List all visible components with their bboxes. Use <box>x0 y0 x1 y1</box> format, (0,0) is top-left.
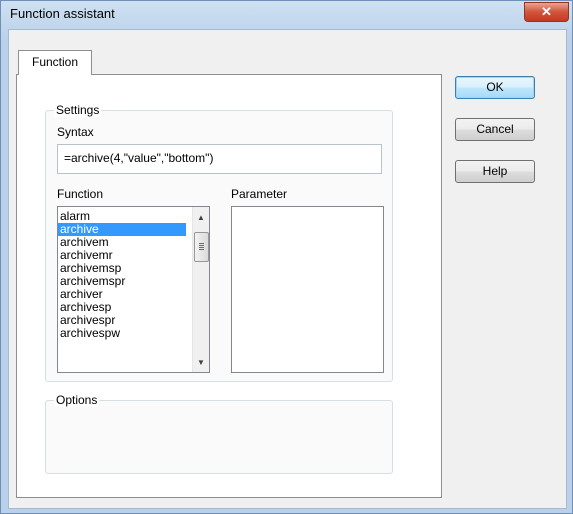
function-list-item[interactable]: archivespw <box>58 327 186 340</box>
options-group-label: Options <box>54 393 100 407</box>
options-group: Options <box>45 393 393 474</box>
function-list-items: alarm archive archivem archivemr archivemsp a… <box>58 210 209 340</box>
syntax-label: Syntax <box>57 125 94 139</box>
function-assistant-window: Function assistant ✕ Function Settings S… <box>0 0 573 514</box>
ok-button[interactable]: OK <box>455 76 535 99</box>
tab-function[interactable]: Function <box>18 50 92 75</box>
function-list-scrollbar[interactable]: ▲ ▼ <box>192 207 209 372</box>
function-tab-panel: Settings Syntax =archive(4,"value","bott… <box>16 74 442 498</box>
parameter-label: Parameter <box>231 187 288 201</box>
close-icon[interactable]: ✕ <box>524 2 569 22</box>
title-bar[interactable]: Function assistant ✕ <box>1 1 572 27</box>
settings-group-label: Settings <box>54 103 102 117</box>
cancel-button[interactable]: Cancel <box>455 118 535 141</box>
scroll-down-icon[interactable]: ▼ <box>193 355 209 371</box>
function-listbox[interactable]: alarm archive archivem archivemr archivemsp a… <box>57 206 210 373</box>
window-title: Function assistant <box>10 6 115 21</box>
settings-group: Settings Syntax =archive(4,"value","bott… <box>45 103 393 382</box>
dialog-client-area: Function Settings Syntax =archive(4,"val… <box>8 29 567 509</box>
scroll-up-icon[interactable]: ▲ <box>193 210 209 226</box>
parameter-listbox[interactable] <box>231 206 384 373</box>
function-label: Function <box>57 187 104 201</box>
scroll-thumb[interactable] <box>194 232 209 262</box>
syntax-input[interactable]: =archive(4,"value","bottom") <box>57 144 382 174</box>
help-button[interactable]: Help <box>455 160 535 183</box>
